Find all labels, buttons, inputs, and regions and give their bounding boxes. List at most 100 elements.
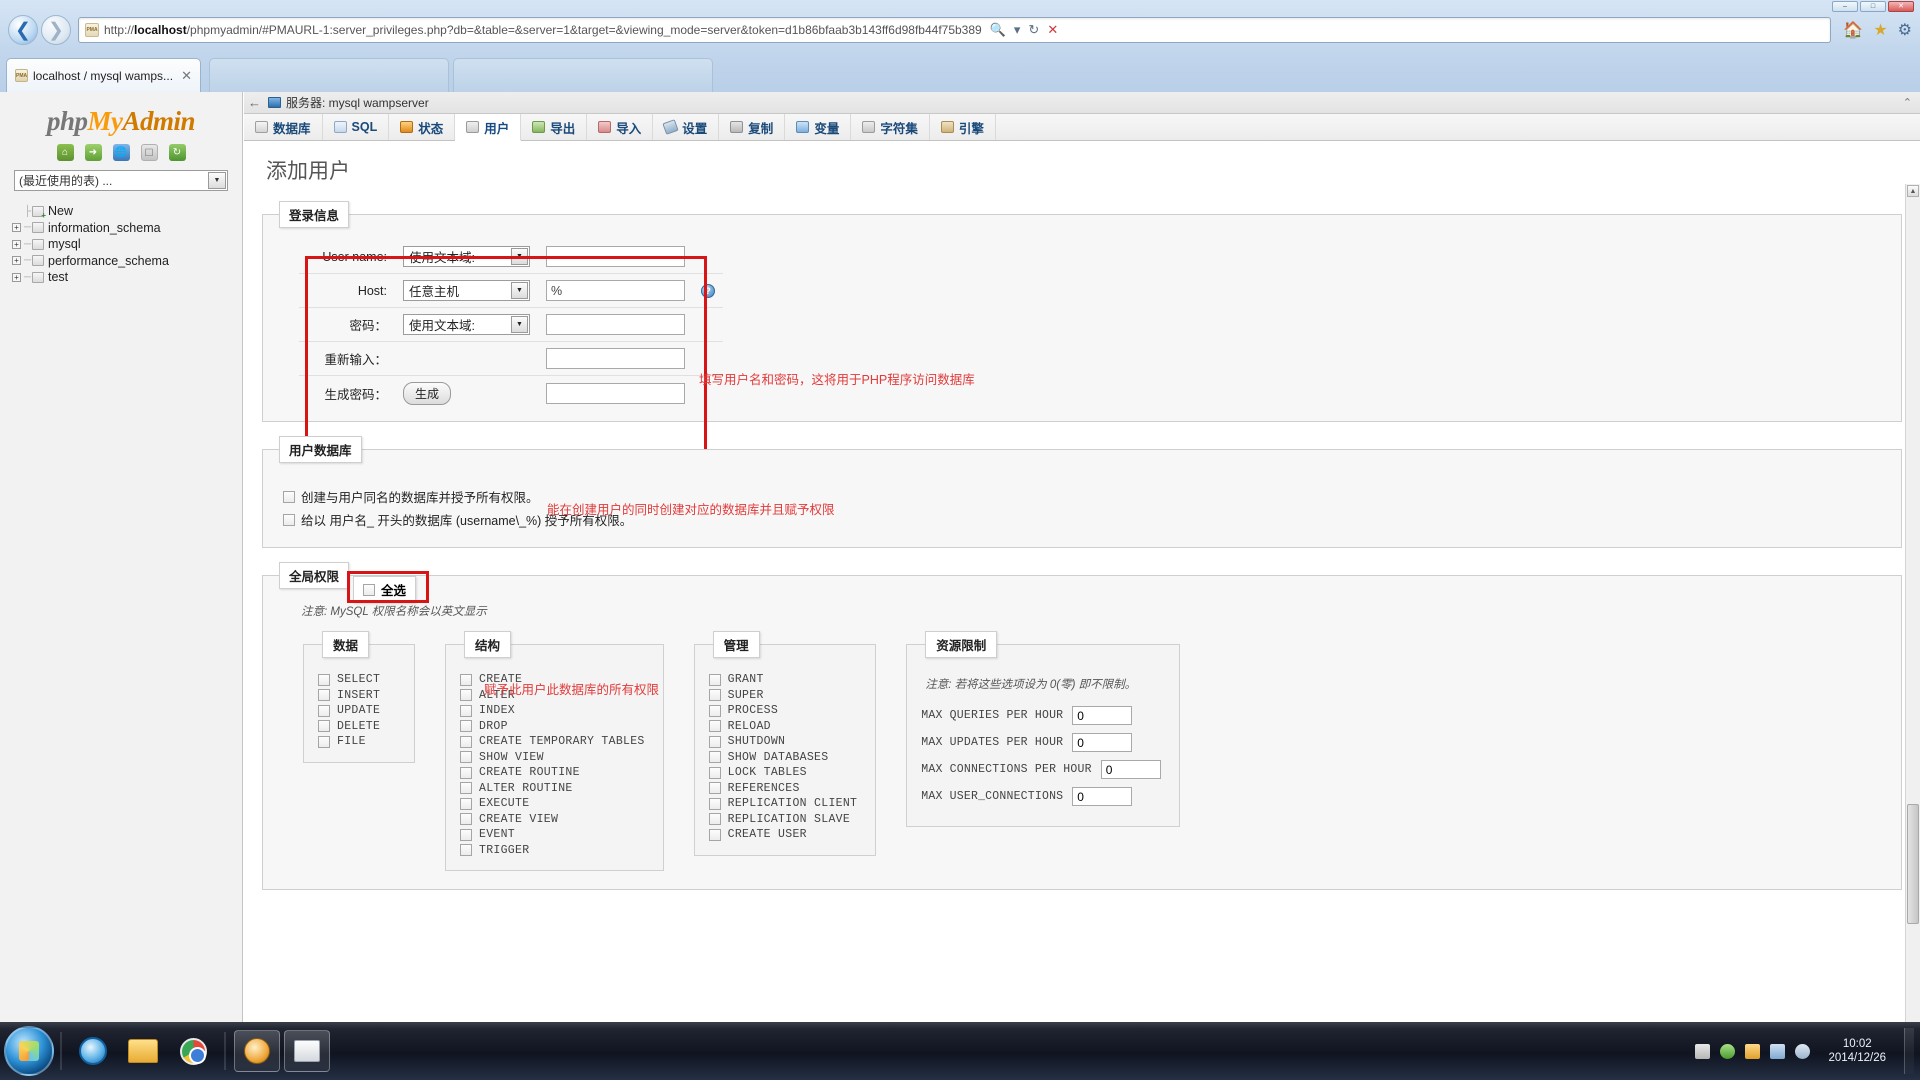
tray-icon-b[interactable] [1720, 1043, 1736, 1059]
grant-wildcard-db-checkbox[interactable] [283, 513, 295, 526]
start-button[interactable] [4, 1026, 54, 1076]
max-updates-per-hour-input[interactable] [1072, 733, 1133, 752]
help-icon[interactable]: ? [701, 284, 715, 298]
tab-replication[interactable]: 复制 [719, 114, 786, 140]
priv-checkbox[interactable] [318, 735, 330, 748]
user-db-checkbox-row-1[interactable]: 创建与用户同名的数据库并授予所有权限。 [283, 487, 1891, 506]
host-mode-select[interactable]: 任意主机 ▼ [403, 280, 530, 301]
priv-grant[interactable]: GRANT [708, 672, 858, 688]
taskbar-item-internet-explorer[interactable] [70, 1030, 116, 1072]
tree-item-new[interactable]: ├ New [10, 203, 242, 220]
priv-checkbox[interactable] [708, 735, 721, 748]
scroll-up-icon[interactable]: ▲ [1907, 185, 1919, 197]
tray-icon-c[interactable] [1745, 1043, 1761, 1059]
priv-create-user[interactable]: CREATE USER [708, 827, 858, 843]
priv-event[interactable]: EVENT [460, 827, 645, 843]
tree-item-information-schema[interactable]: + ─ information_schema [10, 220, 242, 237]
tab-variables[interactable]: 变量 [785, 114, 852, 140]
tab-engines[interactable]: 引擎 [930, 114, 996, 140]
tree-item-mysql[interactable]: + ─ mysql [10, 236, 242, 253]
tab-status[interactable]: 状态 [389, 114, 456, 140]
chevron-down-icon[interactable]: ▾ [1014, 22, 1021, 38]
priv-checkbox[interactable] [318, 704, 330, 717]
address-bar[interactable]: PMA http://localhost/phpmyadmin/#PMAURL-… [78, 17, 1832, 43]
scrollbar-thumb[interactable] [1907, 804, 1919, 924]
priv-checkbox[interactable] [708, 704, 721, 717]
priv-checkbox[interactable] [708, 766, 721, 779]
search-icon[interactable]: 🔍 [990, 22, 1006, 38]
priv-show-view[interactable]: SHOW VIEW [460, 750, 645, 766]
refresh-icon[interactable]: ↻ [1028, 22, 1039, 38]
taskbar-item-wamp[interactable] [234, 1030, 280, 1072]
chevron-down-icon[interactable]: ▼ [511, 248, 528, 265]
home-icon[interactable]: ⌂ [56, 144, 74, 161]
forward-arrow-icon[interactable]: ❯ [41, 15, 71, 45]
priv-checkbox[interactable] [318, 720, 330, 733]
priv-checkbox[interactable] [708, 828, 721, 841]
tab-users[interactable]: 用户 [455, 114, 522, 141]
close-button[interactable]: ✕ [1888, 1, 1914, 12]
priv-select[interactable]: SELECT [318, 672, 396, 688]
priv-file[interactable]: FILE [318, 734, 396, 750]
max-user-connections-input[interactable] [1072, 787, 1133, 806]
password-mode-select[interactable]: 使用文本域: ▼ [403, 314, 530, 335]
tab-export[interactable]: 导出 [521, 114, 588, 140]
taskbar-item-chrome[interactable] [170, 1030, 216, 1072]
priv-checkbox[interactable] [460, 844, 472, 857]
browser-tab-inactive[interactable] [453, 58, 713, 92]
priv-create-routine[interactable]: CREATE ROUTINE [460, 765, 645, 781]
create-same-name-db-checkbox[interactable] [283, 490, 295, 503]
taskbar-clock[interactable]: 10:02 2014/12/26 [1820, 1037, 1894, 1065]
priv-delete[interactable]: DELETE [318, 719, 396, 735]
docs-icon[interactable]: ☐ [140, 144, 158, 161]
max-queries-per-hour-input[interactable] [1072, 706, 1133, 725]
expand-icon[interactable]: + [12, 272, 21, 282]
taskbar-item-window[interactable] [284, 1030, 330, 1072]
priv-checkbox[interactable] [708, 689, 721, 702]
priv-show-databases[interactable]: SHOW DATABASES [708, 750, 858, 766]
password-input[interactable] [546, 314, 685, 335]
collapse-icon[interactable]: ⌃ [1903, 96, 1912, 109]
priv-checkbox[interactable] [708, 720, 721, 733]
chevron-down-icon[interactable]: ▼ [511, 316, 528, 333]
priv-checkbox[interactable] [318, 689, 330, 702]
expand-icon[interactable]: + [12, 256, 21, 266]
priv-execute[interactable]: EXECUTE [460, 796, 645, 812]
browser-tab-inactive[interactable] [209, 58, 449, 92]
user-db-checkbox-row-2[interactable]: 给以 用户名_ 开头的数据库 (username\_%) 授予所有权限。 [283, 510, 1891, 529]
tree-item-test[interactable]: + ─ test [10, 269, 242, 286]
priv-checkbox[interactable] [708, 813, 721, 826]
priv-replication-slave[interactable]: REPLICATION SLAVE [708, 812, 858, 828]
logout-icon[interactable]: ➜ [84, 144, 102, 161]
priv-references[interactable]: REFERENCES [708, 781, 858, 797]
reload-icon[interactable]: ↻ [168, 144, 186, 161]
priv-checkbox[interactable] [460, 720, 472, 733]
maximize-button[interactable]: □ [1860, 1, 1886, 12]
priv-checkbox[interactable] [708, 751, 721, 764]
priv-checkbox[interactable] [460, 782, 472, 795]
star-icon[interactable]: ★ [1873, 20, 1887, 40]
priv-checkbox[interactable] [460, 673, 472, 686]
show-desktop-button[interactable] [1904, 1028, 1914, 1074]
generated-password-input[interactable] [546, 383, 685, 404]
tab-settings[interactable]: 设置 [653, 114, 720, 140]
priv-insert[interactable]: INSERT [318, 688, 396, 704]
priv-trigger[interactable]: TRIGGER [460, 843, 645, 859]
tray-icon-d[interactable] [1770, 1043, 1786, 1059]
priv-checkbox[interactable] [460, 704, 472, 717]
back-arrow-icon[interactable]: ← [248, 95, 264, 110]
home-icon[interactable]: 🏠 [1843, 20, 1863, 40]
priv-create-view[interactable]: CREATE VIEW [460, 812, 645, 828]
max-connections-per-hour-input[interactable] [1100, 760, 1161, 779]
priv-reload[interactable]: RELOAD [708, 719, 858, 735]
priv-index[interactable]: INDEX [460, 703, 645, 719]
priv-shutdown[interactable]: SHUTDOWN [708, 734, 858, 750]
page-scrollbar[interactable]: ▲ ▼ [1905, 184, 1920, 1064]
tab-databases[interactable]: 数据库 [244, 114, 323, 140]
priv-update[interactable]: UPDATE [318, 703, 396, 719]
back-arrow-icon[interactable]: ❮ [8, 15, 38, 45]
generate-password-button[interactable]: 生成 [403, 382, 452, 405]
expand-icon[interactable]: + [12, 239, 21, 249]
browser-tab-active[interactable]: PMA localhost / mysql wamps... ✕ [6, 58, 201, 92]
tab-sql[interactable]: SQL [323, 114, 390, 140]
